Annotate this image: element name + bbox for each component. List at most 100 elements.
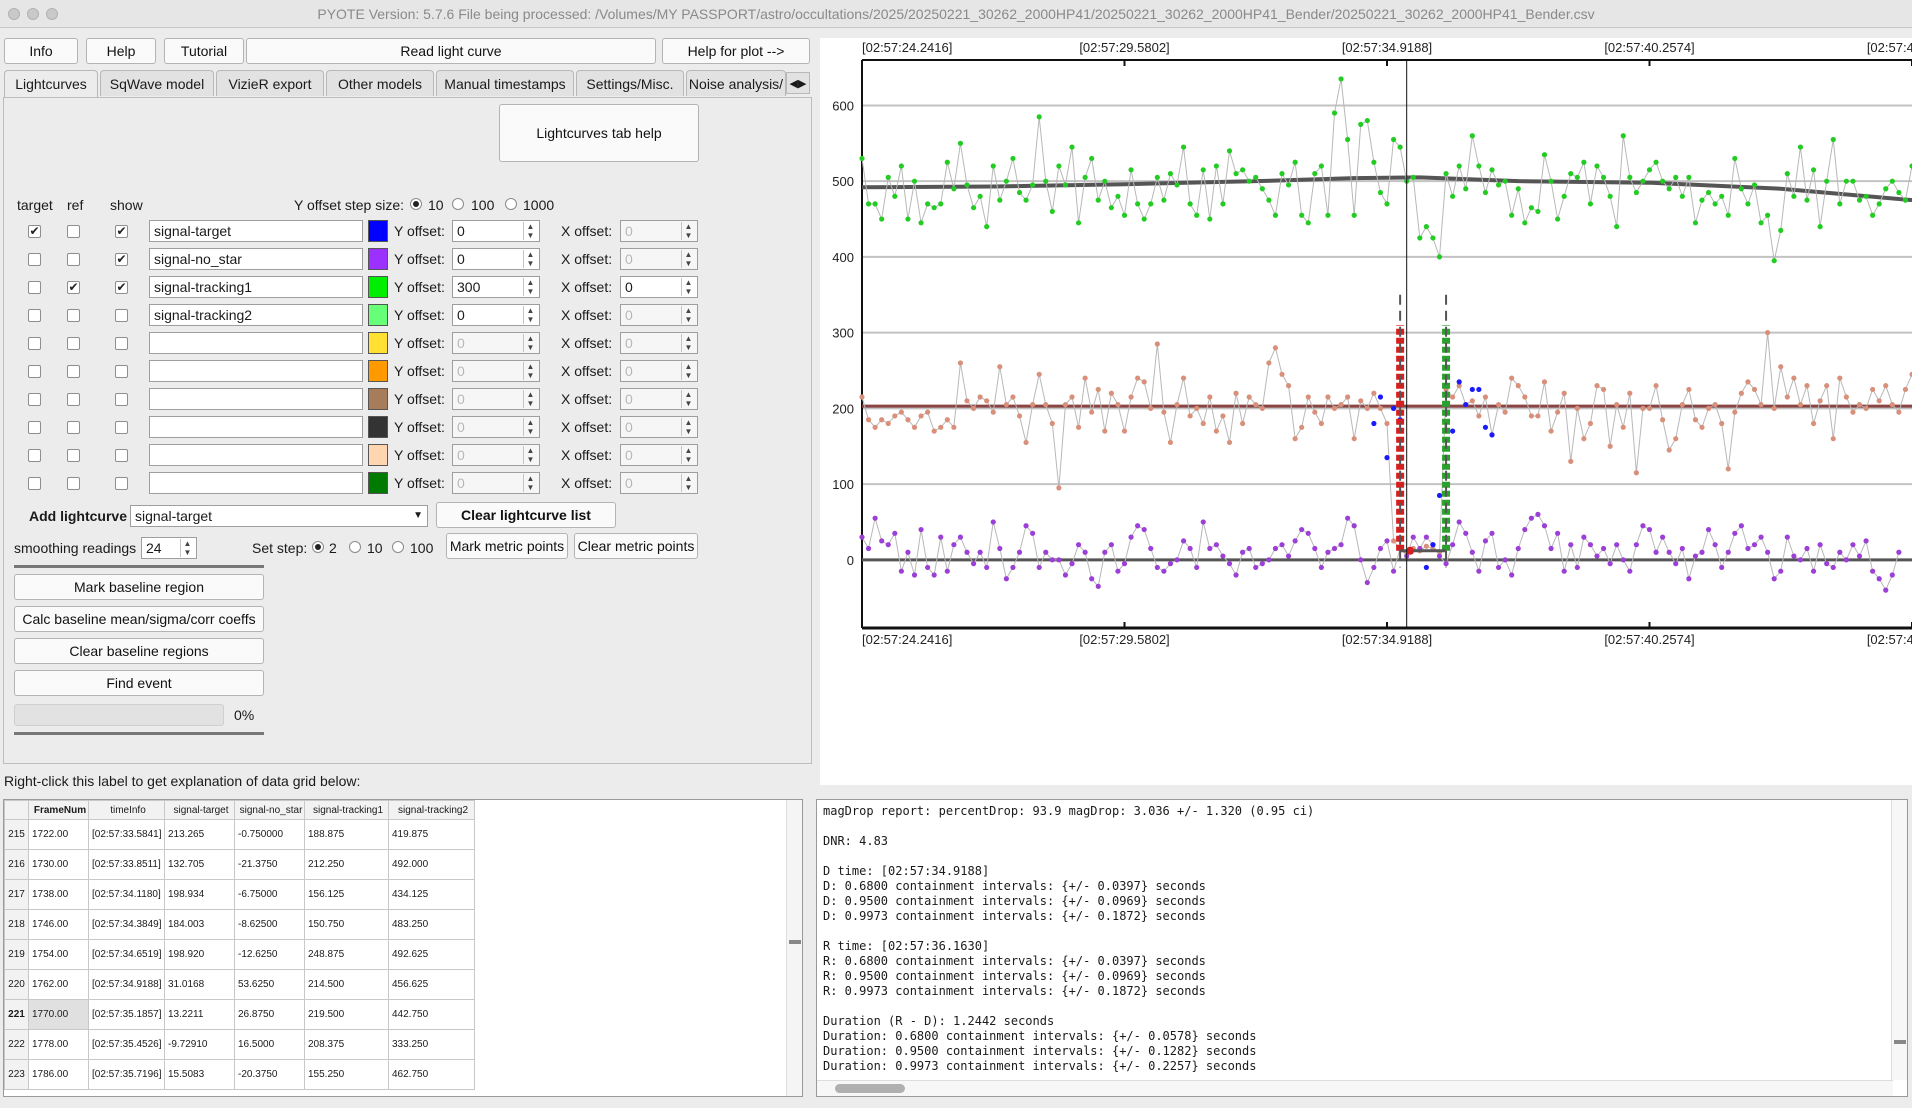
grid-cell[interactable]: 419.875 <box>388 819 475 850</box>
mark-metric-points-button[interactable]: Mark metric points <box>446 533 568 559</box>
y-offset-stepper[interactable]: 0 ▲ ▼ <box>452 220 540 242</box>
table-row[interactable]: 217 1738.00 [02:57:34.1180] 198.934 -6.75000… <box>4 879 475 910</box>
info-button[interactable]: Info <box>4 38 78 64</box>
x-offset-stepper[interactable]: 0 ▲ ▼ <box>620 304 698 326</box>
stepper-arrows-icon[interactable]: ▲ ▼ <box>681 390 695 408</box>
grid-cell[interactable]: 462.750 <box>388 1059 475 1090</box>
set-step-100-radio[interactable] <box>392 541 404 553</box>
grid-cell[interactable]: 156.125 <box>304 879 389 910</box>
y-offset-stepper[interactable]: 0 ▲ ▼ <box>452 388 540 410</box>
y-step-1000-radio[interactable] <box>505 198 517 210</box>
tab-sqwave-model[interactable]: SqWave model <box>100 70 214 96</box>
help-for-plot-button[interactable]: Help for plot --> <box>662 38 810 64</box>
grid-cell[interactable]: -0.750000 <box>234 819 305 850</box>
tab-vizier-export[interactable]: VizieR export <box>216 70 324 96</box>
grid-cell[interactable]: [02:57:34.1180] <box>88 879 165 910</box>
grid-cell[interactable]: [02:57:35.7196] <box>88 1059 165 1090</box>
row-index[interactable]: 223 <box>4 1059 29 1090</box>
grid-cell[interactable]: 1762.00 <box>28 969 89 1000</box>
report-text-area[interactable]: magDrop report: percentDrop: 93.9 magDro… <box>816 799 1908 1097</box>
table-row[interactable]: 222 1778.00 [02:57:35.4526] -9.72910 16.5000… <box>4 1029 475 1060</box>
find-event-button[interactable]: Find event <box>14 670 264 696</box>
calc-baseline-button[interactable]: Calc baseline mean/sigma/corr coeffs <box>14 606 264 632</box>
y-offset-stepper[interactable]: 0 ▲ ▼ <box>452 416 540 438</box>
grid-cell[interactable]: [02:57:34.3849] <box>88 909 165 940</box>
read-light-curve-button[interactable]: Read light curve <box>246 38 656 64</box>
grid-cell[interactable]: [02:57:33.5841] <box>88 819 165 850</box>
lightcurve-name-field[interactable]: signal-no_star <box>149 248 363 270</box>
ref-checkbox[interactable] <box>67 225 80 238</box>
lightcurve-name-field[interactable]: signal-target <box>149 220 363 242</box>
grid-cell[interactable]: 198.920 <box>164 939 235 970</box>
target-checkbox[interactable] <box>28 393 41 406</box>
clear-baseline-regions-button[interactable]: Clear baseline regions <box>14 638 264 664</box>
show-checkbox[interactable]: ✔ <box>115 253 128 266</box>
tab-manual-timestamps[interactable]: Manual timestamps <box>436 70 574 96</box>
grid-cell[interactable]: 1778.00 <box>28 1029 89 1060</box>
ref-checkbox[interactable]: ✔ <box>67 281 80 294</box>
grid-cell[interactable]: 214.500 <box>304 969 389 1000</box>
report-hscroll-thumb[interactable] <box>835 1084 905 1093</box>
grid-cell[interactable]: 434.125 <box>388 879 475 910</box>
table-row[interactable]: 221 1770.00 [02:57:35.1857] 13.2211 26.8750 2… <box>4 999 475 1030</box>
close-window-icon[interactable] <box>8 8 20 20</box>
x-offset-stepper[interactable]: 0 ▲ ▼ <box>620 332 698 354</box>
grid-cell[interactable]: -21.3750 <box>234 849 305 880</box>
x-offset-stepper[interactable]: 0 ▲ ▼ <box>620 444 698 466</box>
ref-checkbox[interactable] <box>67 253 80 266</box>
target-checkbox[interactable] <box>28 309 41 322</box>
y-offset-stepper[interactable]: 0 ▲ ▼ <box>452 304 540 326</box>
help-button[interactable]: Help <box>86 38 156 64</box>
table-row[interactable]: 216 1730.00 [02:57:33.8511] 132.705 -21.3750… <box>4 849 475 880</box>
grid-cell[interactable]: -20.3750 <box>234 1059 305 1090</box>
stepper-arrows-icon[interactable]: ▲ ▼ <box>523 418 537 436</box>
show-checkbox[interactable] <box>115 449 128 462</box>
grid-cell[interactable]: 16.5000 <box>234 1029 305 1060</box>
y-offset-stepper[interactable]: 300 ▲ ▼ <box>452 276 540 298</box>
minimize-window-icon[interactable] <box>27 8 39 20</box>
grid-cell[interactable]: 198.934 <box>164 879 235 910</box>
show-checkbox[interactable] <box>115 421 128 434</box>
stepper-arrows-icon[interactable]: ▲ ▼ <box>681 250 695 268</box>
x-offset-stepper[interactable]: 0 ▲ ▼ <box>620 360 698 382</box>
grid-scrollbar-thumb[interactable] <box>789 940 801 944</box>
y-offset-stepper[interactable]: 0 ▲ ▼ <box>452 332 540 354</box>
y-offset-stepper[interactable]: 0 ▲ ▼ <box>452 360 540 382</box>
color-swatch[interactable] <box>368 220 388 242</box>
grid-cell[interactable]: 31.0168 <box>164 969 235 1000</box>
grid-cell[interactable]: -12.6250 <box>234 939 305 970</box>
grid-cell[interactable]: 53.6250 <box>234 969 305 1000</box>
grid-cell[interactable]: [02:57:34.6519] <box>88 939 165 970</box>
grid-cell[interactable]: 219.500 <box>304 999 389 1030</box>
target-checkbox[interactable] <box>28 253 41 266</box>
grid-cell[interactable]: [02:57:35.1857] <box>88 999 165 1030</box>
tab-settings-misc[interactable]: Settings/Misc. <box>576 70 684 96</box>
stepper-arrows-icon[interactable]: ▲ ▼ <box>681 474 695 492</box>
stepper-arrows-icon[interactable]: ▲ ▼ <box>523 250 537 268</box>
grid-cell[interactable]: 483.250 <box>388 909 475 940</box>
row-index[interactable]: 219 <box>4 939 29 970</box>
target-checkbox[interactable]: ✔ <box>28 225 41 238</box>
color-swatch[interactable] <box>368 388 388 410</box>
add-lightcurve-select[interactable]: signal-target ▼ <box>130 505 428 527</box>
grid-cell[interactable]: 188.875 <box>304 819 389 850</box>
report-scrollbar-thumb[interactable] <box>1894 1040 1906 1044</box>
x-offset-stepper[interactable]: 0 ▲ ▼ <box>620 416 698 438</box>
clear-lightcurve-list-button[interactable]: Clear lightcurve list <box>436 502 616 528</box>
lightcurve-name-field[interactable] <box>149 472 363 494</box>
lightcurve-name-field[interactable] <box>149 332 363 354</box>
row-index[interactable]: 220 <box>4 969 29 1000</box>
stepper-arrows-icon[interactable]: ▲ ▼ <box>681 446 695 464</box>
grid-cell[interactable]: 155.250 <box>304 1059 389 1090</box>
stepper-arrows-icon[interactable]: ▲ ▼ <box>523 278 537 296</box>
grid-cell[interactable]: 248.875 <box>304 939 389 970</box>
mark-baseline-region-button[interactable]: Mark baseline region <box>14 574 264 600</box>
ref-checkbox[interactable] <box>67 421 80 434</box>
table-row[interactable]: 218 1746.00 [02:57:34.3849] 184.003 -8.62500… <box>4 909 475 940</box>
grid-cell[interactable]: 1738.00 <box>28 879 89 910</box>
color-swatch[interactable] <box>368 332 388 354</box>
clear-metric-points-button[interactable]: Clear metric points <box>574 533 698 559</box>
ref-checkbox[interactable] <box>67 309 80 322</box>
grid-cell[interactable]: 1722.00 <box>28 819 89 850</box>
stepper-arrows-icon[interactable]: ▲ ▼ <box>681 334 695 352</box>
